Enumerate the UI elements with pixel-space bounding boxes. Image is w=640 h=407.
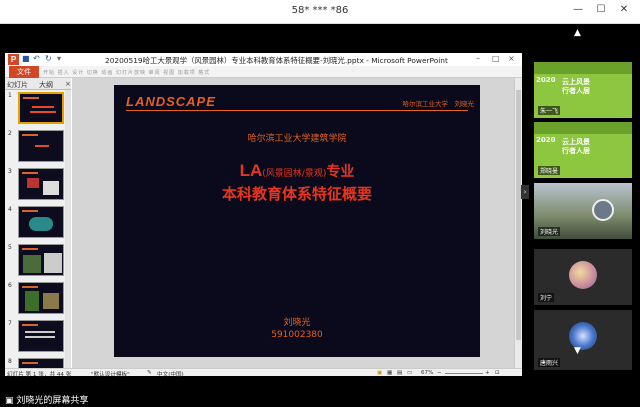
- tab-outline[interactable]: 大纲: [39, 80, 53, 90]
- slide-institute: 哈尔滨工业大学建筑学院: [247, 134, 347, 144]
- fit-window-icon[interactable]: ⊡: [495, 370, 500, 376]
- slide-thumbnails: 1 2 3 4 5 6 7 8: [5, 90, 71, 368]
- thumbnail-number: 8: [8, 358, 12, 365]
- slide-thumbnail[interactable]: [18, 358, 64, 368]
- thumbnail-number: 5: [8, 244, 12, 251]
- slide-title: LA(风景园林/景观)专业: [114, 161, 480, 181]
- participant-name: 刘晓光: [538, 227, 561, 236]
- participant-tile[interactable]: 刘晓光: [534, 183, 632, 239]
- zoom-slider[interactable]: [445, 373, 483, 374]
- thumbnail-row[interactable]: 2: [5, 130, 70, 166]
- close-icon[interactable]: ✕: [617, 4, 631, 15]
- status-slide-info: 幻灯片 第 1 张，共 44 张: [7, 372, 72, 378]
- thumbnail-row[interactable]: 8: [5, 358, 70, 368]
- thumbnail-number: 6: [8, 282, 12, 289]
- scroll-up-icon[interactable]: ▲: [574, 28, 581, 38]
- ppt-titlebar: P ■ ↶ ↻ ▾ 20200519哈工大景观学（风景园林）专业本科教育体系特征…: [5, 53, 522, 66]
- normal-view-icon[interactable]: ▣: [377, 370, 382, 376]
- screen-share-label: ▣ 刘晓光的屏幕共享: [5, 393, 88, 406]
- status-zoom[interactable]: 67%: [421, 370, 433, 376]
- slide-brand: LANDSCAPE: [126, 94, 216, 109]
- zoom-out-icon[interactable]: −: [437, 370, 442, 376]
- participant-tile[interactable]: 2020 云上风景 行者人居 朱一飞: [534, 62, 632, 118]
- banner-year: 2020: [536, 136, 556, 144]
- clock-image: [592, 199, 614, 221]
- meeting-titlebar: 58* *** *86 — ☐ ✕: [0, 0, 640, 24]
- participant-name: 刘宁: [538, 293, 555, 302]
- thumbnail-number: 1: [8, 92, 12, 99]
- banner-text: 云上风景 行者人居: [562, 78, 590, 95]
- avatar: [569, 261, 597, 289]
- screen-share-icon: ▣: [5, 396, 14, 406]
- slide-thumbnail[interactable]: [18, 244, 64, 276]
- meeting-title: 58* *** *86: [291, 5, 349, 16]
- thumbnail-row[interactable]: 4: [5, 206, 70, 242]
- slide-title-la: LA: [239, 161, 263, 180]
- screen-share-text: 刘晓光的屏幕共享: [16, 396, 89, 406]
- quick-access-dropdown-icon[interactable]: ▾: [57, 54, 61, 63]
- file-tab[interactable]: 文件: [9, 66, 39, 78]
- ppt-document-title: 20200519哈工大景观学（风景园林）专业本科教育体系特征概要-刘晓光.ppt…: [105, 56, 448, 65]
- slide-thumbnail[interactable]: [18, 92, 64, 124]
- shared-screen: P ■ ↶ ↻ ▾ 20200519哈工大景观学（风景园林）专业本科教育体系特征…: [5, 53, 522, 378]
- ppt-minimize-icon[interactable]: –: [476, 54, 480, 63]
- language-icon: ✎: [147, 370, 152, 376]
- ppt-maximize-icon[interactable]: □: [492, 54, 500, 63]
- participant-tile[interactable]: 2020 云上风景 行者人居 郑晓曼: [534, 122, 632, 178]
- slide-author-number: 591002380: [271, 330, 323, 340]
- slide-header-right: 哈尔滨工业大学 刘晓光: [402, 100, 475, 108]
- banner-text: 云上风景 行者人居: [562, 138, 590, 155]
- slide-editor: LANDSCAPE 哈尔滨工业大学 刘晓光 哈尔滨工业大学建筑学院 LA(风景园…: [72, 78, 522, 368]
- thumbnails-scrollbar[interactable]: [65, 90, 71, 368]
- scroll-down-icon[interactable]: ▼: [574, 346, 581, 356]
- thumbnail-row[interactable]: 5: [5, 244, 70, 280]
- current-slide[interactable]: LANDSCAPE 哈尔滨工业大学 刘晓光 哈尔滨工业大学建筑学院 LA(风景园…: [114, 85, 480, 357]
- banner-year: 2020: [536, 76, 556, 84]
- thumbnail-row[interactable]: 6: [5, 282, 70, 318]
- panel-close-icon[interactable]: ×: [65, 80, 71, 88]
- reading-view-icon[interactable]: ▤: [397, 370, 402, 376]
- participant-name: 唐雨兴: [538, 358, 561, 367]
- zoom-in-icon[interactable]: +: [485, 370, 490, 376]
- undo-icon[interactable]: ↶: [33, 54, 40, 63]
- slide-title-paren: (风景园林/景观): [262, 169, 327, 179]
- participant-tile[interactable]: 刘宁: [534, 249, 632, 305]
- ribbon-tabs[interactable]: 开始 插入 设计 切换 动画 幻灯片放映 审阅 视图 加载项 格式: [43, 69, 210, 76]
- participant-tile[interactable]: 唐雨兴: [534, 310, 632, 370]
- ppt-ribbon: 文件 开始 插入 设计 切换 动画 幻灯片放映 审阅 视图 加载项 格式: [5, 66, 522, 78]
- participant-name: 朱一飞: [538, 106, 561, 115]
- thumbnail-number: 2: [8, 130, 12, 137]
- powerpoint-logo-icon: P: [8, 54, 19, 65]
- slide-author: 刘晓光: [283, 318, 311, 328]
- slide-thumbnail[interactable]: [18, 282, 64, 314]
- slide-thumbnail[interactable]: [18, 320, 64, 352]
- participant-name: 郑晓曼: [538, 166, 561, 175]
- thumbnail-number: 7: [8, 320, 12, 327]
- slide-divider: [126, 110, 468, 111]
- slide-title-rest: 专业: [326, 164, 355, 180]
- ppt-statusbar: 幻灯片 第 1 张，共 44 张 "默认设计模板" ✎ 中文(中国) ▣ ▦ ▤…: [5, 368, 522, 378]
- thumbnail-number: 3: [8, 168, 12, 175]
- minimize-icon[interactable]: —: [571, 4, 585, 15]
- thumbnail-row[interactable]: 3: [5, 168, 70, 204]
- slide-thumbnail[interactable]: [18, 130, 64, 162]
- slide-thumbnail[interactable]: [18, 206, 64, 238]
- slide-sorter-icon[interactable]: ▦: [387, 370, 392, 376]
- editor-scrollbar[interactable]: [514, 78, 522, 368]
- thumbnail-row[interactable]: 7: [5, 320, 70, 356]
- slides-panel-tabs: 幻灯片 大纲 ×: [5, 78, 71, 90]
- maximize-icon[interactable]: ☐: [594, 4, 608, 15]
- ppt-close-icon[interactable]: ×: [508, 54, 515, 63]
- thumbnail-row[interactable]: 1: [5, 92, 70, 128]
- slide-thumbnail[interactable]: [18, 168, 64, 200]
- slideshow-icon[interactable]: ▭: [407, 370, 412, 376]
- tab-slides[interactable]: 幻灯片: [7, 80, 28, 90]
- save-icon[interactable]: ■: [22, 54, 30, 63]
- collapse-panel-icon[interactable]: ›: [521, 185, 529, 199]
- redo-icon[interactable]: ↻: [45, 54, 52, 63]
- status-language[interactable]: 中文(中国): [157, 370, 184, 378]
- status-theme: "默认设计模板": [91, 372, 130, 378]
- slide-subtitle: 本科教育体系特征概要: [221, 185, 372, 203]
- thumbnail-number: 4: [8, 206, 12, 213]
